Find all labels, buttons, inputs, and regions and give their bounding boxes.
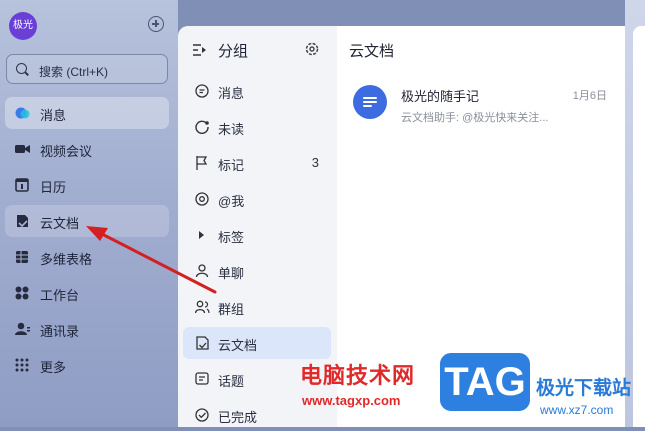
watermark-site-url: www.tagxp.com bbox=[302, 393, 401, 408]
watermark-site2-name: 极光下载站 bbox=[536, 378, 632, 399]
watermark-site2-url: www.xz7.com bbox=[540, 403, 614, 417]
watermark-site-name: 电脑技术网 bbox=[300, 363, 416, 388]
tag-logo: TAG bbox=[437, 350, 533, 414]
